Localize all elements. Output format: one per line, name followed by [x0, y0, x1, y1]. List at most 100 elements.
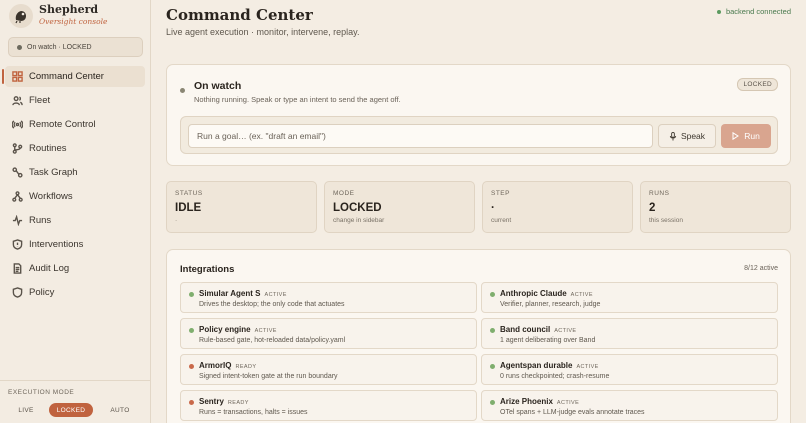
stat-value: · [491, 202, 495, 214]
workflow-icon [12, 191, 23, 202]
integration-description: OTel spans + LLM-judge evals annotate tr… [500, 409, 645, 416]
stat-sub: this session [649, 217, 683, 224]
backend-status-text: backend connected [725, 7, 791, 16]
integration-status: ACTIVE [554, 328, 577, 334]
stat-sub: change in sidebar [333, 217, 385, 224]
branch-icon [12, 143, 23, 154]
sidebar-item-label: Interventions [29, 239, 84, 250]
sidebar-item-label: Task Graph [29, 167, 78, 178]
sidebar-item-remote-control[interactable]: Remote Control [5, 114, 145, 135]
integrations-count: 8/12 active [744, 265, 778, 272]
integration-policy-engine[interactable]: Policy engine ACTIVE Rule-based gate, hot… [180, 318, 477, 349]
stat-value: IDLE [175, 202, 202, 214]
integration-name: Policy engine [199, 325, 251, 334]
sidebar-item-runs[interactable]: Runs [5, 210, 145, 231]
grid-icon [12, 71, 23, 82]
integration-description: Signed intent-token gate at the run boun… [199, 373, 338, 380]
stat-label: RUNS [649, 190, 670, 197]
sidebar-item-label: Command Center [29, 71, 104, 82]
speak-label: Speak [680, 131, 706, 141]
integration-arize-phoenix[interactable]: Arize Phoenix ACTIVE OTel spans + LLM-jud… [481, 390, 778, 421]
connected-dot-icon [716, 9, 721, 14]
integration-sentry[interactable]: Sentry READY Runs = transactions, halts =… [180, 390, 477, 421]
integration-name: ArmorIQ [199, 361, 232, 370]
execution-mode: EXECUTION MODE LIVE LOCKED AUTO [0, 380, 151, 417]
watch-status-text: On watch · LOCKED [27, 43, 92, 51]
stat-runs: RUNS 2 this session [640, 181, 791, 233]
page-title: Command Center [166, 6, 313, 24]
mode-locked-button[interactable]: LOCKED [49, 403, 93, 417]
integration-status: READY [235, 364, 257, 370]
integration-description: 0 runs checkpointed; crash-resume [500, 373, 610, 380]
integration-status: ACTIVE [576, 364, 599, 370]
stat-sub: current [491, 217, 512, 224]
status-dot-icon [490, 364, 495, 369]
watch-card: On watch Nothing running. Speak or type … [166, 64, 791, 166]
integration-anthropic-claude[interactable]: Anthropic Claude ACTIVE Verifier, planner… [481, 282, 778, 313]
integration-description: 1 agent deliberating over Band [500, 337, 596, 344]
status-dot-icon [189, 364, 194, 369]
shepherd-logo-icon [9, 4, 33, 28]
stat-sub: · [175, 217, 178, 224]
watch-title: On watch [194, 80, 242, 92]
execution-mode-label: EXECUTION MODE [8, 389, 75, 396]
speak-button[interactable]: Speak [658, 124, 716, 148]
sidebar-item-label: Policy [29, 287, 55, 298]
goal-composer: Run a goal… (ex. "draft an email") Speak… [180, 116, 778, 154]
integration-description: Verifier, planner, research, judge [500, 301, 601, 308]
run-button[interactable]: Run [721, 124, 771, 148]
sidebar-item-workflows[interactable]: Workflows [5, 186, 145, 207]
sidebar-item-command-center[interactable]: Command Center [2, 66, 145, 87]
integrations-title: Integrations [180, 264, 235, 275]
mode-auto-button[interactable]: AUTO [105, 403, 135, 417]
integration-name: Simular Agent S [199, 289, 261, 298]
activity-icon [12, 215, 23, 226]
play-icon [732, 132, 740, 140]
stat-label: MODE [333, 190, 355, 197]
status-dot-icon [490, 400, 495, 405]
watch-description: Nothing running. Speak or type an intent… [194, 95, 401, 104]
integration-status: ACTIVE [254, 328, 277, 334]
stat-value: 2 [649, 202, 656, 214]
shield-icon [12, 287, 23, 298]
integration-agentspan-durable[interactable]: Agentspan durable ACTIVE 0 runs checkpoin… [481, 354, 778, 385]
integration-simular-agent-s[interactable]: Simular Agent S ACTIVE Drives the desktop… [180, 282, 477, 313]
locked-badge: LOCKED [737, 78, 778, 91]
graph-icon [12, 167, 23, 178]
integration-status: ACTIVE [570, 292, 593, 298]
stat-mode: MODE LOCKED change in sidebar [324, 181, 475, 233]
sidebar-item-fleet[interactable]: Fleet [5, 90, 145, 111]
mode-live-button[interactable]: LIVE [11, 403, 41, 417]
goal-input[interactable]: Run a goal… (ex. "draft an email") [188, 124, 653, 148]
sidebar-item-routines[interactable]: Routines [5, 138, 145, 159]
stat-value: LOCKED [333, 202, 382, 214]
integration-description: Drives the desktop; the only code that a… [199, 301, 345, 308]
sidebar-item-label: Workflows [29, 191, 73, 202]
execution-mode-toggle: LIVE LOCKED AUTO [0, 403, 151, 417]
microphone-icon [669, 131, 677, 141]
sidebar-item-interventions[interactable]: Interventions [5, 234, 145, 255]
stat-label: STEP [491, 190, 510, 197]
integrations-card: Integrations 8/12 active Simular Agent S… [166, 249, 791, 423]
idle-dot-icon [180, 88, 185, 93]
sidebar-item-label: Runs [29, 215, 52, 226]
integration-band-council[interactable]: Band council ACTIVE 1 agent deliberating … [481, 318, 778, 349]
brand[interactable]: Shepherd Oversight console [9, 4, 107, 28]
integration-description: Rule-based gate, hot-reloaded data/polic… [199, 337, 346, 344]
integration-name: Band council [500, 325, 551, 334]
stat-label: STATUS [175, 190, 203, 197]
sidebar-nav: Command Center Fleet Remote Control Rout… [2, 66, 145, 306]
integration-name: Sentry [199, 397, 224, 406]
sidebar-item-label: Remote Control [29, 119, 96, 130]
sidebar-item-audit-log[interactable]: Audit Log [5, 258, 145, 279]
sidebar-item-policy[interactable]: Policy [5, 282, 145, 303]
status-dot-icon [189, 400, 194, 405]
integration-armoriq[interactable]: ArmorIQ READY Signed intent-token gate at… [180, 354, 477, 385]
integration-status: ACTIVE [556, 400, 580, 406]
sidebar-item-task-graph[interactable]: Task Graph [5, 162, 145, 183]
integration-status: READY [227, 400, 249, 406]
backend-status: backend connected [716, 7, 791, 16]
status-dot-icon [189, 328, 194, 333]
users-icon [12, 96, 23, 106]
status-dot-icon [17, 44, 22, 50]
